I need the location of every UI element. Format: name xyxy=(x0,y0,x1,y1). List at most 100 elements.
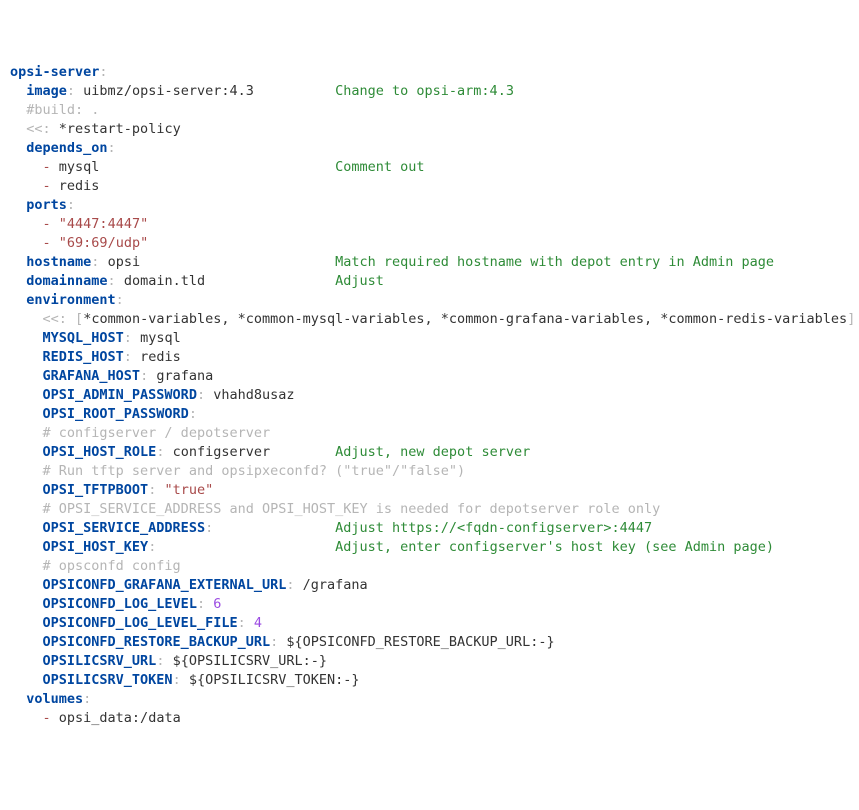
code-token: : xyxy=(148,539,156,555)
code-line: environment: xyxy=(10,291,849,310)
code-content: OPSILICSRV_TOKEN: ${OPSILICSRV_TOKEN:-} xyxy=(10,671,360,690)
code-token: 4 xyxy=(254,615,262,631)
code-token: ] xyxy=(847,311,855,327)
annotation: Match required hostname with depot entry… xyxy=(140,253,774,272)
code-line: OPSICONFD_LOG_LEVEL_FILE: 4 xyxy=(10,614,849,633)
code-token: - xyxy=(43,216,51,232)
code-content: OPSI_HOST_KEY: xyxy=(10,538,156,557)
code-token: ${OPSILICSRV_TOKEN:-} xyxy=(181,672,360,688)
code-token: : xyxy=(197,596,205,612)
code-content: OPSICONFD_LOG_LEVEL: 6 xyxy=(10,595,221,614)
code-line: <<: *restart-policy xyxy=(10,120,849,139)
code-line: OPSICONFD_LOG_LEVEL: 6 xyxy=(10,595,849,614)
code-line: image: uibmz/opsi-server:4.3 Change to o… xyxy=(10,82,849,101)
code-content: OPSICONFD_GRAFANA_EXTERNAL_URL: /grafana xyxy=(10,576,368,595)
code-token: OPSICONFD_LOG_LEVEL_FILE xyxy=(43,615,238,631)
code-token: ports xyxy=(26,197,67,213)
code-token: : xyxy=(173,672,181,688)
code-line: REDIS_HOST: redis xyxy=(10,348,849,367)
code-line: OPSI_TFTPBOOT: "true" xyxy=(10,481,849,500)
code-token: OPSI_ROOT_PASSWORD xyxy=(43,406,189,422)
code-token: : xyxy=(197,387,205,403)
code-content: domainname: domain.tld xyxy=(10,272,205,291)
code-token: OPSI_SERVICE_ADDRESS xyxy=(43,520,206,536)
code-line: OPSI_HOST_KEY: Adjust, enter configserve… xyxy=(10,538,849,557)
code-token: OPSILICSRV_URL xyxy=(43,653,157,669)
code-content: opsi-server: xyxy=(10,63,108,82)
code-line: - opsi_data:/data xyxy=(10,709,849,728)
code-token: OPSI_HOST_ROLE xyxy=(43,444,157,460)
code-line: OPSICONFD_GRAFANA_EXTERNAL_URL: /grafana xyxy=(10,576,849,595)
code-content: OPSI_ADMIN_PASSWORD: vhahd8usaz xyxy=(10,386,295,405)
code-line: # opsconfd config xyxy=(10,557,849,576)
code-token: : xyxy=(286,577,294,593)
code-token xyxy=(51,216,59,232)
code-token: "69:69/udp" xyxy=(59,235,148,251)
code-token: : xyxy=(270,634,278,650)
code-line: OPSILICSRV_URL: ${OPSILICSRV_URL:-} xyxy=(10,652,849,671)
code-content: hostname: opsi xyxy=(10,253,140,272)
code-line: OPSI_SERVICE_ADDRESS: Adjust https://<fq… xyxy=(10,519,849,538)
code-token: : xyxy=(99,64,107,80)
code-content: OPSILICSRV_URL: ${OPSILICSRV_URL:-} xyxy=(10,652,327,671)
code-content: - redis xyxy=(10,177,99,196)
code-token: : xyxy=(67,197,75,213)
code-content: OPSI_TFTPBOOT: "true" xyxy=(10,481,213,500)
code-content: OPSICONFD_RESTORE_BACKUP_URL: ${OPSICONF… xyxy=(10,633,555,652)
code-token: ${OPSILICSRV_URL:-} xyxy=(164,653,327,669)
code-token: <<: xyxy=(43,311,67,327)
code-token: : xyxy=(189,406,197,422)
code-token xyxy=(51,235,59,251)
code-token xyxy=(205,596,213,612)
code-token: GRAFANA_HOST xyxy=(43,368,141,384)
code-content: OPSI_ROOT_PASSWORD: xyxy=(10,405,197,424)
code-token: hostname xyxy=(26,254,91,270)
code-content: - "69:69/udp" xyxy=(10,234,148,253)
code-token: OPSI_HOST_KEY xyxy=(43,539,149,555)
code-token: depends_on xyxy=(26,140,107,156)
code-token: : xyxy=(238,615,246,631)
code-content: - mysql xyxy=(10,158,99,177)
code-token: : xyxy=(140,368,148,384)
code-token: OPSICONFD_GRAFANA_EXTERNAL_URL xyxy=(43,577,287,593)
code-token: /grafana xyxy=(295,577,368,593)
code-line: hostname: opsi Match required hostname w… xyxy=(10,253,849,272)
code-line: - "4447:4447" xyxy=(10,215,849,234)
code-token: ${OPSICONFD_RESTORE_BACKUP_URL:-} xyxy=(278,634,554,650)
code-content: # opsconfd config xyxy=(10,557,181,576)
annotation: Adjust, enter configserver's host key (s… xyxy=(156,538,774,557)
code-content: ports: xyxy=(10,196,75,215)
code-token: "4447:4447" xyxy=(59,216,148,232)
code-line: # OPSI_SERVICE_ADDRESS and OPSI_HOST_KEY… xyxy=(10,500,849,519)
code-content: - opsi_data:/data xyxy=(10,709,181,728)
code-token: REDIS_HOST xyxy=(43,349,124,365)
code-token: # configserver / depotserver xyxy=(43,425,271,441)
code-token: - xyxy=(43,178,51,194)
code-line: OPSI_ROOT_PASSWORD: xyxy=(10,405,849,424)
code-line: OPSICONFD_RESTORE_BACKUP_URL: ${OPSICONF… xyxy=(10,633,849,652)
code-token: domain.tld xyxy=(116,273,205,289)
code-content: <<: *restart-policy xyxy=(10,120,181,139)
code-token: OPSI_TFTPBOOT xyxy=(43,482,149,498)
code-content: #build: . xyxy=(10,101,99,120)
code-content: REDIS_HOST: redis xyxy=(10,348,181,367)
code-token: : xyxy=(67,83,75,99)
code-content: depends_on: xyxy=(10,139,116,158)
code-token: : xyxy=(124,349,132,365)
code-token: OPSI_ADMIN_PASSWORD xyxy=(43,387,197,403)
code-token: 6 xyxy=(213,596,221,612)
code-line: volumes: xyxy=(10,690,849,709)
code-line: GRAFANA_HOST: grafana xyxy=(10,367,849,386)
code-token: "true" xyxy=(164,482,213,498)
code-token: OPSILICSRV_TOKEN xyxy=(43,672,173,688)
code-token: OPSICONFD_RESTORE_BACKUP_URL xyxy=(43,634,271,650)
code-line: - redis xyxy=(10,177,849,196)
code-token: opsi xyxy=(99,254,140,270)
code-token: : xyxy=(83,691,91,707)
code-token: image xyxy=(26,83,67,99)
annotation: Adjust https://<fqdn-configserver>:4447 xyxy=(213,519,652,538)
code-token: environment xyxy=(26,292,115,308)
code-token: *common-variables, *common-mysql-variabl… xyxy=(83,311,847,327)
code-token xyxy=(67,311,75,327)
code-token: [ xyxy=(75,311,83,327)
